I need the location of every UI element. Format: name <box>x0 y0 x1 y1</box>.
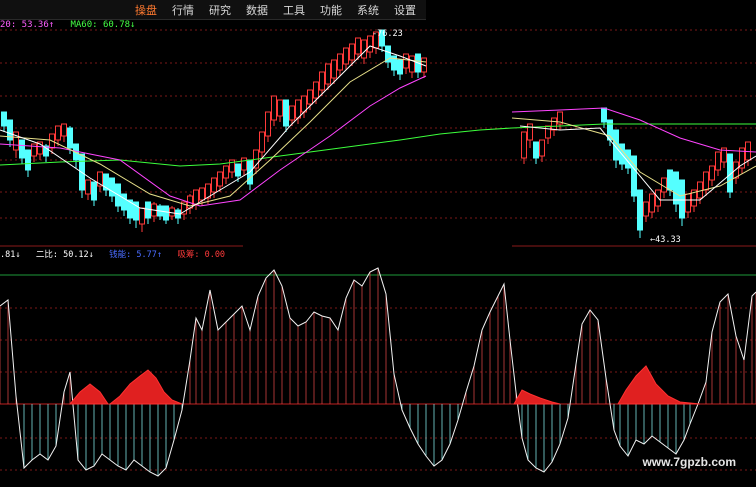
candle-body <box>307 89 313 105</box>
ma60-line <box>0 123 756 167</box>
candle-body <box>545 125 551 139</box>
candle-body <box>277 99 283 117</box>
ma-legend: 20: 53.36↑ MA60: 60.78↓ <box>0 20 135 30</box>
candle-body <box>685 193 691 213</box>
indicator-item-3: 钱能: 5.77↑ <box>109 250 162 260</box>
candle-body <box>211 177 217 193</box>
candle-body <box>643 201 649 217</box>
watermark: www.7gpzb.com <box>642 455 736 469</box>
candle-body <box>271 95 277 121</box>
candle-body <box>343 47 349 65</box>
candle-body <box>259 131 265 153</box>
candle-body <box>361 39 367 59</box>
candle-body <box>325 63 331 85</box>
candle-body <box>319 71 325 91</box>
candle-body <box>91 181 97 201</box>
accumulation-area <box>513 389 561 405</box>
candle-body <box>679 179 685 219</box>
candle-body <box>19 139 25 159</box>
candle-body <box>331 59 337 79</box>
candle-body <box>709 165 715 181</box>
candle-body <box>223 165 229 179</box>
candle-body <box>295 99 301 119</box>
candle-body <box>25 149 31 171</box>
candle-body <box>539 139 545 157</box>
candle-body <box>667 169 673 191</box>
candle-body <box>533 141 539 159</box>
candle-body <box>521 131 527 159</box>
candle-body <box>55 125 61 141</box>
candle-body <box>169 207 175 217</box>
candle-body <box>607 119 613 141</box>
candle-body <box>121 193 127 211</box>
candle-body <box>145 201 151 219</box>
candle-body <box>109 177 115 197</box>
candle-body <box>199 187 205 201</box>
indicator-legend: .81↓ 二比: 50.12↓ 钱能: 5.77↑ 吸筹: 0.00 <box>0 248 225 260</box>
ma60-value: MA60: 60.78↓ <box>70 20 136 30</box>
candle-body <box>697 181 703 199</box>
candle-body <box>337 53 343 71</box>
indicator-item-4: 吸筹: 0.00 <box>177 250 226 260</box>
candle-body <box>241 157 247 171</box>
accumulation-area <box>68 383 109 405</box>
low-price-label: ←43.33 <box>650 235 681 245</box>
candle-body <box>235 163 241 177</box>
candle-body <box>193 189 199 205</box>
ma20-value: 20: 53.36↑ <box>0 20 55 30</box>
candle-body <box>139 207 145 225</box>
candle-body <box>637 189 643 231</box>
candle-body <box>283 99 289 127</box>
candle-body <box>715 151 721 171</box>
candle-body <box>85 179 91 195</box>
indicator-item-2: 二比: 50.12↓ <box>35 250 94 260</box>
candle-body <box>163 205 169 221</box>
candle-body <box>355 37 361 55</box>
candle-body <box>397 59 403 75</box>
candle-body <box>409 55 415 73</box>
candle-body <box>313 81 319 99</box>
indicator-item-1: .81↓ <box>0 250 21 260</box>
candle-body <box>67 127 73 149</box>
candle-body <box>61 123 67 137</box>
candle-body <box>217 171 223 187</box>
candle-body <box>703 171 709 191</box>
chart-canvas <box>0 29 756 477</box>
candle-body <box>601 107 607 123</box>
candle-body <box>1 111 7 127</box>
candle-body <box>673 171 679 205</box>
candle-body <box>349 43 355 61</box>
candle-body <box>403 53 409 69</box>
candle-body <box>551 117 557 131</box>
candle-body <box>649 193 655 213</box>
high-price-label: -76.23 <box>372 29 403 39</box>
accumulation-area <box>108 369 183 405</box>
candle-body <box>289 105 295 121</box>
candle-body <box>265 111 271 137</box>
